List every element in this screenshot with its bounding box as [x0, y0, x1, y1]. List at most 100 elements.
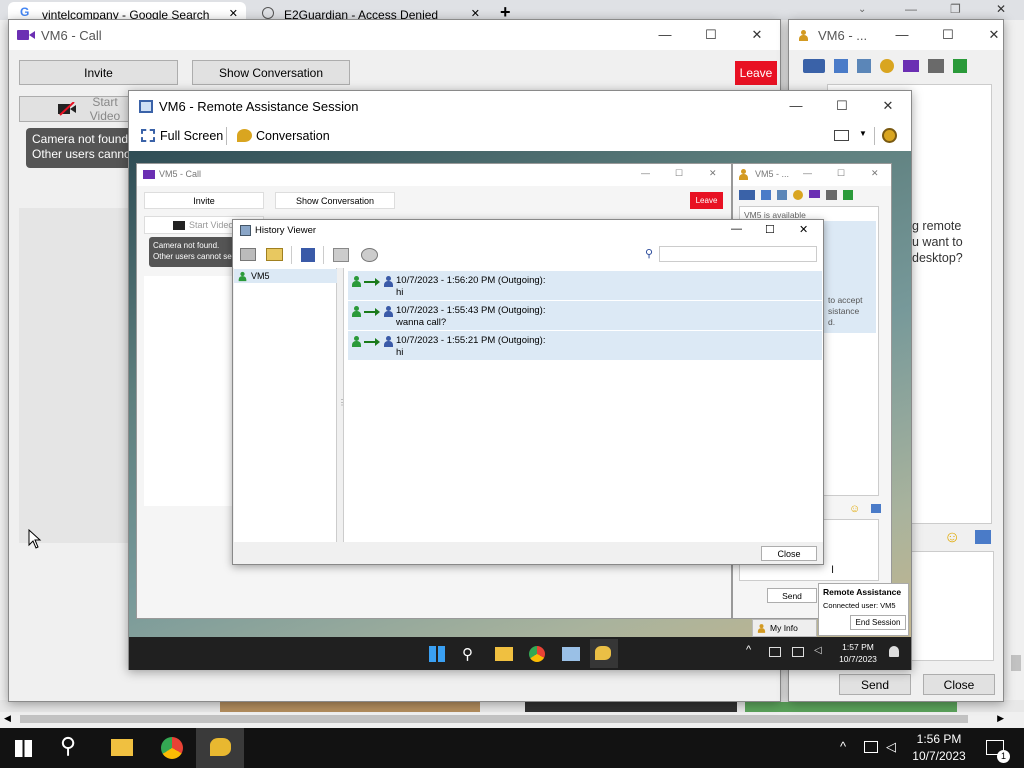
- compose-area[interactable]: [899, 551, 994, 661]
- leave-button[interactable]: Leave: [735, 61, 777, 85]
- close-button[interactable]: ✕: [871, 168, 879, 179]
- minimize-button[interactable]: —: [642, 20, 688, 50]
- conversation-icon[interactable]: [237, 129, 252, 142]
- search-icon[interactable]: ⚲: [462, 645, 473, 663]
- browser-tab-google[interactable]: G vintelcompany - Google Search ✕: [8, 2, 246, 20]
- close-button[interactable]: Close: [761, 546, 817, 561]
- windows-start-icon[interactable]: [15, 740, 32, 757]
- maximize-button[interactable]: ☐: [675, 168, 683, 179]
- minimize-button[interactable]: —: [641, 168, 650, 178]
- search-icon[interactable]: ⚲: [60, 733, 76, 759]
- send-button[interactable]: Send: [767, 588, 817, 603]
- minimize-button[interactable]: —: [731, 223, 742, 235]
- windows-start-icon[interactable]: [429, 646, 445, 662]
- restore-icon[interactable]: ❐: [950, 2, 961, 16]
- scroll-left-icon[interactable]: ◀: [4, 713, 11, 724]
- file-explorer-icon[interactable]: [495, 647, 513, 661]
- minimize-button[interactable]: —: [803, 168, 812, 178]
- horizontal-scrollbar[interactable]: ◀ ▶: [0, 712, 1024, 726]
- browser-tab-e2guardian[interactable]: E2Guardian - Access Denied ✕: [252, 2, 490, 20]
- scrollbar-thumb[interactable]: [1011, 655, 1021, 671]
- list-item[interactable]: VM5: [234, 269, 337, 283]
- maximize-button[interactable]: ☐: [837, 168, 845, 179]
- end-session-button[interactable]: End Session: [850, 615, 906, 630]
- chrome-icon[interactable]: [161, 737, 183, 759]
- format-icon[interactable]: [975, 530, 991, 544]
- message-row[interactable]: 10/7/2023 - 1:55:43 PM (Outgoing): wanna…: [348, 301, 822, 330]
- divider: [226, 127, 227, 145]
- message-row[interactable]: 10/7/2023 - 1:56:20 PM (Outgoing): hi: [348, 271, 822, 300]
- chevron-up-icon[interactable]: ^: [746, 644, 751, 656]
- leave-button[interactable]: Leave: [690, 192, 723, 209]
- full-screen-button[interactable]: Full Screen: [160, 129, 223, 143]
- minimize-button[interactable]: —: [773, 91, 819, 121]
- network-icon[interactable]: [864, 741, 878, 753]
- copy-icon[interactable]: [333, 248, 349, 262]
- book-icon[interactable]: [761, 190, 771, 200]
- close-button[interactable]: ✕: [709, 168, 717, 179]
- video-camera-icon[interactable]: [903, 60, 919, 72]
- photos-icon[interactable]: [562, 647, 580, 661]
- send-button[interactable]: Send: [839, 674, 911, 695]
- video-camera-icon[interactable]: [809, 190, 820, 198]
- display-icon[interactable]: [792, 647, 804, 657]
- remote-assistance-popup: Remote Assistance Connected user: VM5 En…: [818, 583, 909, 636]
- chevron-down-icon[interactable]: ⌄: [858, 4, 866, 15]
- smiley-icon[interactable]: ☺: [944, 529, 960, 547]
- close-button[interactable]: ✕: [865, 91, 911, 121]
- invite-button[interactable]: Invite: [144, 192, 264, 209]
- speaker-icon[interactable]: ◁: [814, 645, 822, 656]
- my-info-button[interactable]: My Info: [752, 619, 817, 637]
- network-icon[interactable]: [769, 647, 781, 657]
- export-icon[interactable]: [843, 190, 853, 200]
- close-button[interactable]: ✕: [799, 223, 808, 236]
- add-user-icon[interactable]: [826, 190, 837, 200]
- maximize-button[interactable]: ☐: [925, 20, 971, 50]
- chevron-down-icon[interactable]: ▼: [859, 129, 867, 138]
- add-user-icon[interactable]: [928, 59, 944, 73]
- scrollbar-thumb[interactable]: [20, 715, 968, 723]
- invite-button[interactable]: Invite: [19, 60, 178, 85]
- notification-icon[interactable]: [889, 646, 899, 657]
- chevron-up-icon[interactable]: ^: [840, 739, 846, 754]
- user-menu-icon[interactable]: [739, 190, 755, 200]
- full-screen-icon[interactable]: [141, 129, 155, 142]
- close-icon[interactable]: ✕: [996, 2, 1006, 16]
- smiley-icon[interactable]: ☺: [849, 503, 860, 515]
- maximize-button[interactable]: ☐: [765, 223, 775, 236]
- contacts-icon[interactable]: [777, 190, 787, 200]
- close-button[interactable]: ✕: [734, 20, 780, 50]
- contacts-icon[interactable]: [857, 59, 871, 73]
- camera-tooltip: Camera not found. Other users cannot see: [26, 128, 138, 168]
- show-conversation-button[interactable]: Show Conversation: [275, 192, 395, 209]
- print-icon[interactable]: [240, 248, 256, 261]
- maximize-button[interactable]: ☐: [688, 20, 734, 50]
- search-input[interactable]: [659, 246, 817, 262]
- speaker-muted-icon[interactable]: ◁: [886, 739, 896, 755]
- delete-history-icon[interactable]: [361, 248, 378, 262]
- minimize-button[interactable]: —: [879, 20, 925, 50]
- close-button[interactable]: ✕: [971, 20, 1017, 50]
- chat-app-icon[interactable]: [210, 738, 231, 756]
- remote-assist-icon[interactable]: [880, 59, 894, 73]
- start-video-button[interactable]: Start Video: [19, 95, 129, 123]
- maximize-button[interactable]: ☐: [819, 91, 865, 121]
- show-conversation-button[interactable]: Show Conversation: [192, 60, 350, 85]
- remote-assist-icon[interactable]: [793, 190, 803, 200]
- scroll-right-icon[interactable]: ▶: [997, 713, 1004, 724]
- book-icon[interactable]: [834, 59, 848, 73]
- vertical-scrollbar[interactable]: [1008, 80, 1024, 700]
- user-menu-icon[interactable]: [803, 59, 825, 73]
- file-explorer-icon[interactable]: [111, 739, 133, 756]
- display-icon[interactable]: [834, 130, 849, 141]
- minimize-icon[interactable]: —: [905, 2, 917, 16]
- export-icon[interactable]: [953, 59, 967, 73]
- close-button[interactable]: Close: [923, 674, 995, 695]
- open-folder-icon[interactable]: [266, 248, 283, 261]
- message-row[interactable]: 10/7/2023 - 1:55:21 PM (Outgoing): hi: [348, 331, 822, 360]
- conversation-button[interactable]: Conversation: [256, 129, 330, 143]
- format-icon[interactable]: [871, 504, 881, 513]
- chrome-icon[interactable]: [529, 646, 545, 662]
- save-icon[interactable]: [301, 248, 315, 262]
- settings-icon[interactable]: [882, 128, 897, 143]
